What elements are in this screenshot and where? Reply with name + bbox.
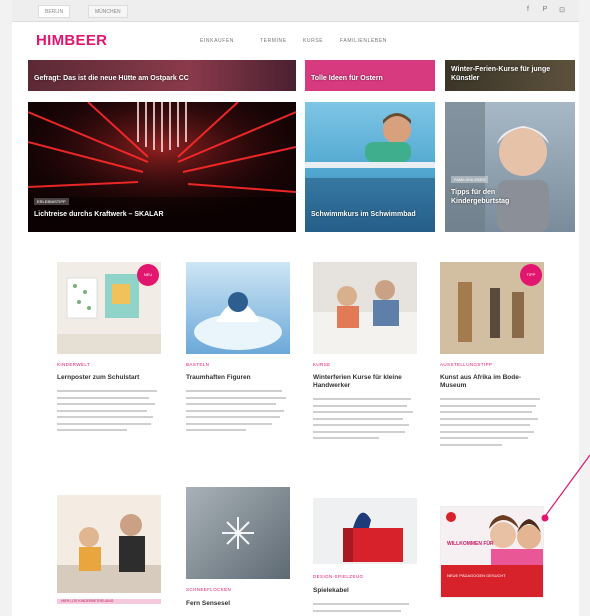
annotation-pointer: [541, 454, 590, 522]
